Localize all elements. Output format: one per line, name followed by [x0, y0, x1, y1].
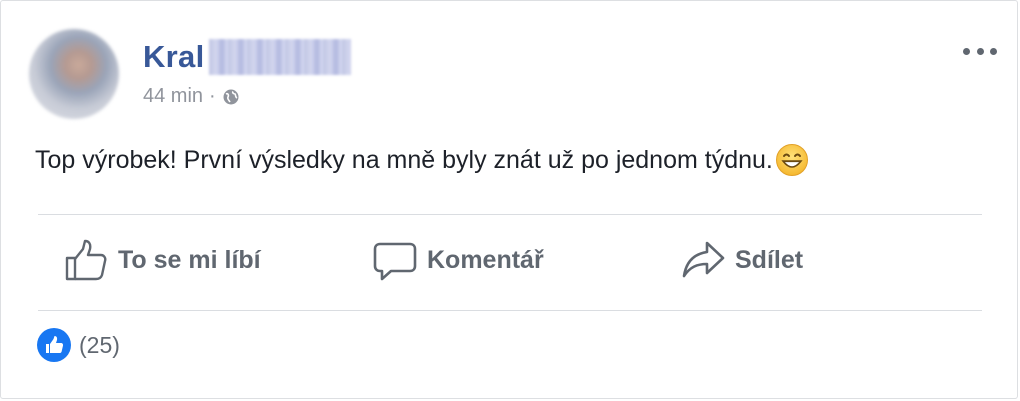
- post-card: Kral 44 min · Top výrobek! První výsledk…: [0, 0, 1018, 399]
- share-button[interactable]: Sdílet: [681, 235, 803, 285]
- comment-label: Komentář: [427, 245, 544, 274]
- comment-button[interactable]: Komentář: [373, 235, 544, 285]
- share-arrow-icon: [682, 241, 725, 278]
- grinning-face-icon: [775, 143, 809, 177]
- more-options-button[interactable]: [963, 41, 997, 61]
- post-body: Top výrobek! První výsledky na mně byly …: [35, 145, 773, 174]
- meta-separator: ·: [209, 85, 216, 107]
- divider-top: [38, 214, 982, 215]
- more-dot: [976, 47, 984, 55]
- share-label: Sdílet: [735, 245, 804, 274]
- author-name-blurred: [208, 39, 351, 75]
- divider-bottom: [38, 310, 982, 311]
- author-name[interactable]: Kral: [143, 39, 205, 75]
- more-dot: [990, 47, 997, 55]
- comment-icon: [373, 242, 417, 281]
- post-time[interactable]: 44 min: [143, 85, 203, 108]
- author[interactable]: Kral: [143, 37, 351, 77]
- like-count: (25): [79, 331, 120, 358]
- more-dot: [963, 47, 970, 55]
- like-label: To se mi líbí: [118, 245, 261, 274]
- globe-icon[interactable]: [222, 88, 240, 106]
- thumbs-up-icon: [65, 239, 107, 281]
- post-text: Top výrobek! První výsledky na mně byly …: [35, 143, 809, 177]
- reactions-summary[interactable]: (25): [37, 328, 120, 362]
- like-reaction-icon: [37, 328, 71, 362]
- post-meta: 44 min ·: [143, 85, 240, 108]
- like-button[interactable]: To se mi líbí: [64, 235, 261, 285]
- avatar[interactable]: [29, 29, 119, 119]
